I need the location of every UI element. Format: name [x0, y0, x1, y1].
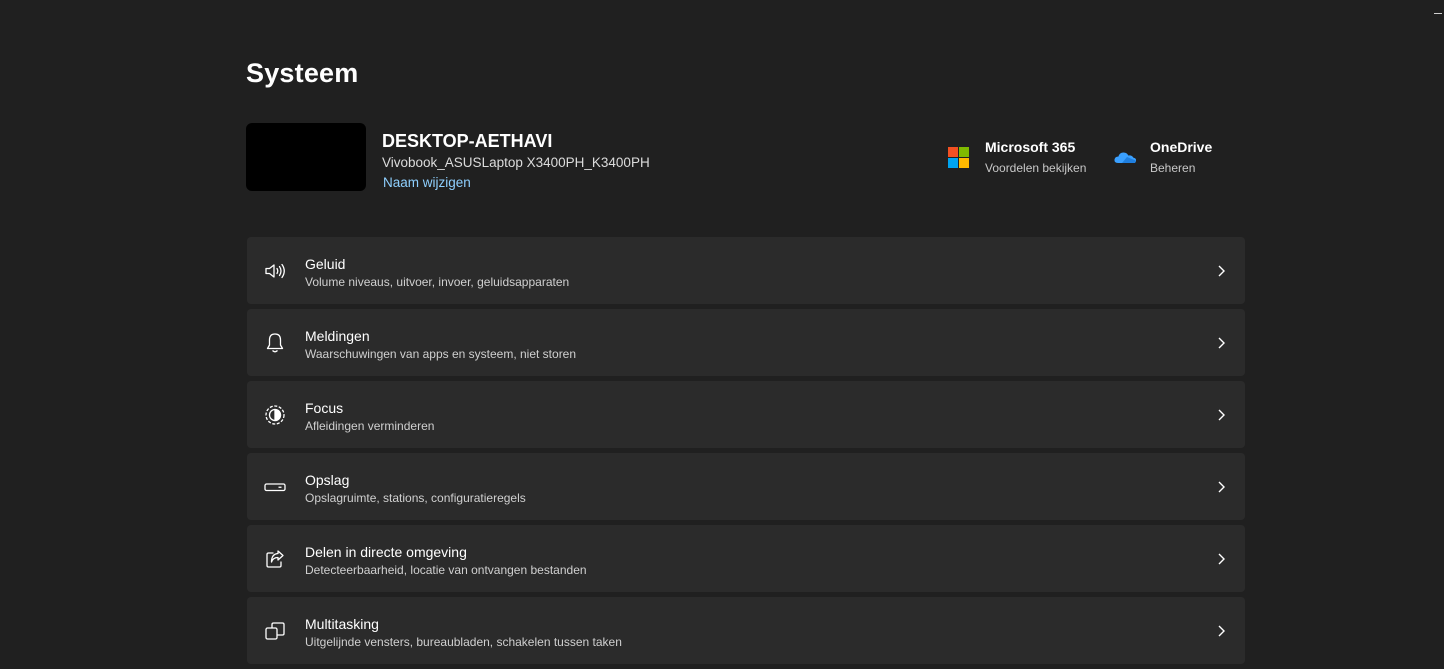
setting-title: Delen in directe omgeving — [305, 544, 467, 560]
setting-delen[interactable]: Delen in directe omgeving Detecteerbaarh… — [247, 525, 1245, 592]
rename-link[interactable]: Naam wijzigen — [383, 175, 471, 190]
multitasking-icon — [265, 622, 285, 640]
share-icon — [266, 550, 284, 568]
storage-drive-icon — [264, 483, 286, 492]
chevron-right-icon — [1218, 625, 1225, 637]
chevron-right-icon — [1218, 265, 1225, 277]
setting-meldingen[interactable]: Meldingen Waarschuwingen van apps en sys… — [247, 309, 1245, 376]
settings-list: Geluid Volume niveaus, uitvoer, invoer, … — [247, 237, 1245, 669]
bell-icon — [266, 333, 284, 353]
setting-description: Uitgelijnde vensters, bureaubladen, scha… — [305, 635, 622, 649]
chevron-right-icon — [1218, 481, 1225, 493]
setting-title: Geluid — [305, 256, 346, 272]
chevron-right-icon — [1218, 553, 1225, 565]
minimize-icon — [1434, 13, 1442, 14]
onedrive-service[interactable]: OneDrive Beheren — [1113, 139, 1243, 179]
setting-title: Multitasking — [305, 616, 379, 632]
setting-title: Focus — [305, 400, 344, 416]
service-subtitle: Voordelen bekijken — [985, 161, 1087, 175]
setting-description: Opslagruimte, stations, configuratierege… — [305, 491, 526, 505]
service-subtitle: Beheren — [1150, 161, 1196, 175]
minimize-button[interactable] — [1434, 0, 1444, 16]
device-thumbnail — [246, 123, 366, 191]
service-title: OneDrive — [1150, 139, 1213, 155]
setting-title: Opslag — [305, 472, 350, 488]
setting-description: Waarschuwingen van apps en systeem, niet… — [305, 347, 577, 361]
chevron-right-icon — [1218, 409, 1225, 421]
setting-description: Afleidingen verminderen — [305, 419, 435, 433]
setting-description: Detecteerbaarheid, locatie van ontvangen… — [305, 563, 587, 577]
speaker-icon — [265, 263, 285, 279]
setting-focus[interactable]: Focus Afleidingen verminderen — [247, 381, 1245, 448]
setting-opslag[interactable]: Opslag Opslagruimte, stations, configura… — [247, 453, 1245, 520]
setting-geluid[interactable]: Geluid Volume niveaus, uitvoer, invoer, … — [247, 237, 1245, 304]
microsoft-365-service[interactable]: Microsoft 365 Voordelen bekijken — [948, 139, 1098, 179]
setting-description: Volume niveaus, uitvoer, invoer, geluids… — [305, 275, 570, 289]
setting-multitasking[interactable]: Multitasking Uitgelijnde vensters, burea… — [247, 597, 1245, 664]
device-model: Vivobook_ASUSLaptop X3400PH_K3400PH — [382, 155, 650, 170]
service-title: Microsoft 365 — [985, 139, 1076, 155]
focus-icon — [265, 405, 285, 425]
setting-title: Meldingen — [305, 328, 370, 344]
microsoft-365-icon — [948, 147, 972, 171]
page-title: Systeem — [246, 58, 359, 88]
device-name: DESKTOP-AETHAVI — [382, 131, 553, 151]
onedrive-icon — [1114, 152, 1137, 163]
chevron-right-icon — [1218, 337, 1225, 349]
